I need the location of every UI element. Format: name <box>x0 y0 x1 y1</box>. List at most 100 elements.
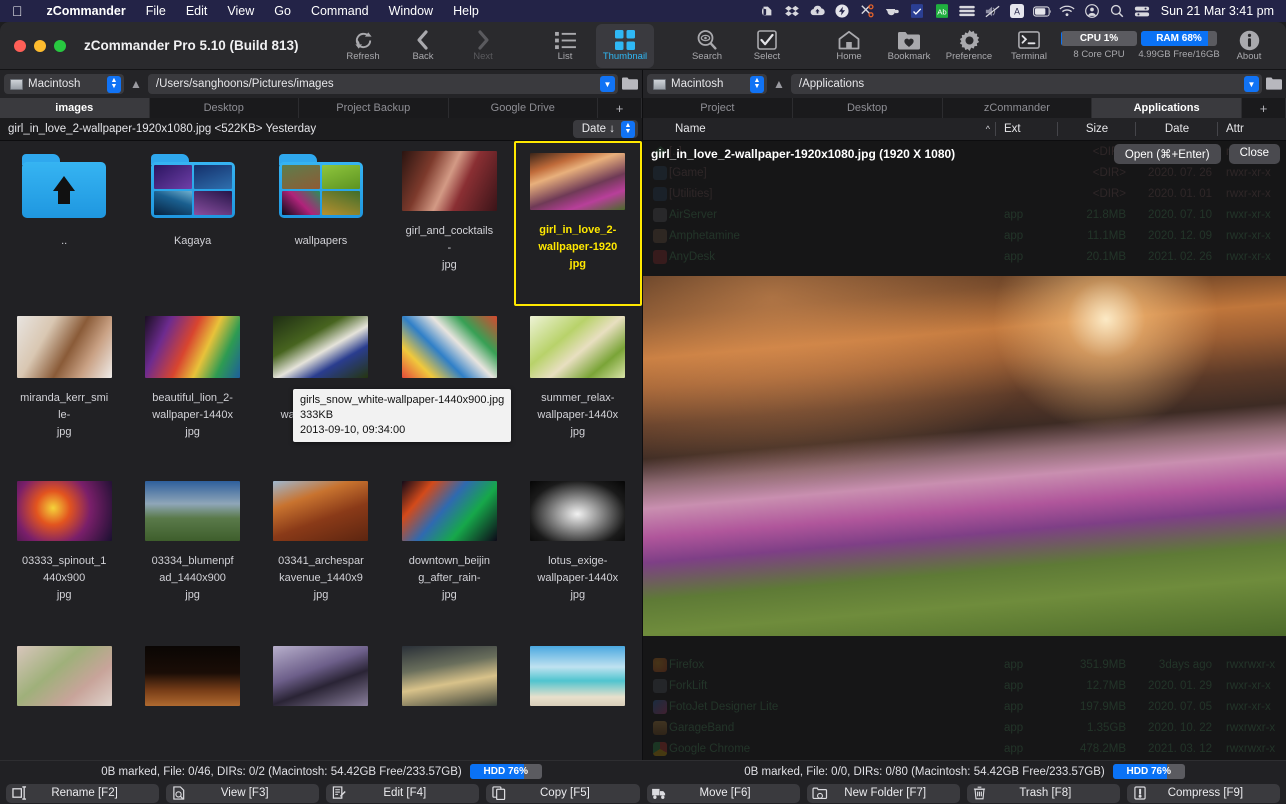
left-tab-add-button[interactable]: + <box>598 98 642 118</box>
toolbar-search-button[interactable]: Search <box>678 24 736 68</box>
thumbnail-item[interactable] <box>128 636 256 761</box>
flash-icon[interactable] <box>830 0 855 22</box>
left-tab-google-drive[interactable]: Google Drive <box>449 98 599 118</box>
thumbnail-item[interactable]: miranda_kerr_smi le- jpg <box>0 306 128 471</box>
toolbar-preference-button[interactable]: Preference <box>940 24 998 68</box>
thumbnail-item[interactable]: .. <box>0 141 128 306</box>
right-path-dropdown-icon[interactable]: ▼ <box>1244 76 1259 92</box>
column-header-attr[interactable]: Attr <box>1218 118 1286 140</box>
thumbnail-item[interactable]: 03334_blumenpf ad_1440x900 jpg <box>128 471 256 636</box>
thumbnail-item[interactable]: 03333_spinout_1 440x900 jpg <box>0 471 128 636</box>
toolbar-refresh-button[interactable]: Refresh <box>334 24 392 68</box>
thumbnail-item[interactable]: summer_relax- wallpaper-1440x jpg <box>514 306 642 471</box>
siri-icon[interactable] <box>1130 0 1155 22</box>
column-header-date[interactable]: Date <box>1136 118 1218 140</box>
wifi-icon[interactable] <box>1055 0 1080 22</box>
close-window-button[interactable] <box>14 40 26 52</box>
menu-clock[interactable]: Sun 21 Mar 3:41 pm <box>1155 4 1286 18</box>
left-sort-stepper-icon[interactable]: ▲▼ <box>621 121 635 138</box>
preview-close-button[interactable]: Close <box>1229 144 1280 164</box>
checkbox-book-icon[interactable] <box>905 0 930 22</box>
left-tab-images[interactable]: images <box>0 98 150 118</box>
thumbnail-item[interactable]: downtown_beijin g_after_rain- jpg <box>385 471 513 636</box>
window-controls[interactable] <box>14 40 66 52</box>
toolbar-terminal-button[interactable]: Terminal <box>1000 24 1058 68</box>
left-tab-desktop[interactable]: Desktop <box>150 98 300 118</box>
rename-button[interactable]: Rename [F2] <box>6 784 159 803</box>
ram-meter[interactable]: RAM 68% 4.99GB Free/16GB <box>1139 24 1219 68</box>
copy-button[interactable]: Copy [F5] <box>486 784 639 803</box>
compress-button[interactable]: Compress [F9] <box>1127 784 1280 803</box>
right-tab-project[interactable]: Project <box>643 98 793 118</box>
toolbar-next-button[interactable]: Next <box>454 24 512 68</box>
menu-item-edit[interactable]: Edit <box>176 4 218 18</box>
toolbar-list-button[interactable]: List <box>536 24 594 68</box>
dropbox-icon[interactable] <box>780 0 805 22</box>
left-thumbnail-area[interactable]: .. <box>0 141 642 761</box>
apple-logo-icon[interactable]:  <box>12 4 23 18</box>
thumbnail-item[interactable]: beautiful_lion_2- wallpaper-1440x jpg <box>128 306 256 471</box>
right-tab-add-button[interactable]: + <box>1242 98 1286 118</box>
right-tab-applications[interactable]: Applications <box>1092 98 1242 118</box>
view-button[interactable]: View [F3] <box>166 784 319 803</box>
menu-item-zcommander[interactable]: zCommander <box>37 4 136 18</box>
thumbnail-item-selected[interactable]: girl_in_love_2- wallpaper-1920 jpg <box>514 141 642 306</box>
thumbnail-item[interactable] <box>257 636 385 761</box>
thumbnail-item[interactable]: wallpapers <box>257 141 385 306</box>
column-header-ext[interactable]: Ext <box>996 118 1058 140</box>
evernote-icon[interactable] <box>755 0 780 22</box>
minimize-window-button[interactable] <box>34 40 46 52</box>
cloud-upload-icon[interactable] <box>805 0 830 22</box>
coffee-cup-icon[interactable] <box>880 0 905 22</box>
right-drive-stepper-icon[interactable]: ▲▼ <box>750 76 764 93</box>
right-open-folder-icon[interactable] <box>1266 77 1282 91</box>
right-tab-zcommander[interactable]: zCommander <box>943 98 1093 118</box>
volume-mute-icon[interactable] <box>980 0 1005 22</box>
left-drive-stepper-icon[interactable]: ▲▼ <box>107 76 121 93</box>
right-drive-selector[interactable]: Macintosh ▲▼ <box>647 74 767 94</box>
menu-item-go[interactable]: Go <box>264 4 301 18</box>
thumbnail-item[interactable] <box>0 636 128 761</box>
left-sort-selector[interactable]: Date ↓ ▲▼ <box>573 120 638 138</box>
maximize-window-button[interactable] <box>54 40 66 52</box>
toolbar-thumbnail-button[interactable]: Thumbnail <box>596 24 654 68</box>
left-path-dropdown-icon[interactable]: ▼ <box>600 76 615 92</box>
menu-item-window[interactable]: Window <box>379 4 443 18</box>
column-header-name[interactable]: Name ^ <box>643 118 996 140</box>
input-source-icon[interactable]: A <box>1005 0 1030 22</box>
toolbar-home-button[interactable]: Home <box>820 24 878 68</box>
menu-item-file[interactable]: File <box>136 4 176 18</box>
cpu-meter[interactable]: CPU 1% 8 Core CPU <box>1059 24 1139 68</box>
battery-icon[interactable] <box>1030 0 1055 22</box>
ab-dictionary-icon[interactable]: Ab <box>930 0 955 22</box>
menu-item-view[interactable]: View <box>217 4 264 18</box>
preview-open-button[interactable]: Open (⌘+Enter) <box>1114 144 1221 164</box>
edit-button[interactable]: Edit [F4] <box>326 784 479 803</box>
toolbar-back-button[interactable]: Back <box>394 24 452 68</box>
left-path-field[interactable]: /Users/sanghoons/Pictures/images ▼ <box>148 74 618 94</box>
control-center-icon[interactable] <box>1080 0 1105 22</box>
menu-item-help[interactable]: Help <box>443 4 489 18</box>
column-header-size[interactable]: Size <box>1058 118 1136 140</box>
left-drive-selector[interactable]: Macintosh ▲▼ <box>4 74 124 94</box>
right-tab-desktop[interactable]: Desktop <box>793 98 943 118</box>
new-folder-button[interactable]: New Folder [F7] <box>807 784 960 803</box>
thumbnail-item[interactable]: 03341_archespar kavenue_1440x9 jpg <box>257 471 385 636</box>
move-button[interactable]: Move [F6] <box>647 784 800 803</box>
toolbar-about-button[interactable]: About <box>1220 24 1278 68</box>
toolbar-bookmark-button[interactable]: Bookmark <box>880 24 938 68</box>
left-tab-project-backup[interactable]: Project Backup <box>299 98 449 118</box>
preview-image[interactable] <box>643 276 1286 636</box>
thumbnail-item[interactable]: Kagaya <box>128 141 256 306</box>
thumbnail-item[interactable]: lotus_exige- wallpaper-1440x jpg <box>514 471 642 636</box>
left-eject-icon[interactable]: ▲ <box>130 77 142 91</box>
toolbar-select-button[interactable]: Select <box>738 24 796 68</box>
menu-item-command[interactable]: Command <box>301 4 379 18</box>
thumbnail-item[interactable] <box>514 636 642 761</box>
layers-icon[interactable] <box>955 0 980 22</box>
right-file-list[interactable]: [..] <DIR> 2021. 03. 20 rwxr-xr-x [Game]… <box>643 141 1286 761</box>
spotlight-search-icon[interactable] <box>1105 0 1130 22</box>
scissors-icon[interactable] <box>855 0 880 22</box>
thumbnail-item[interactable] <box>385 636 513 761</box>
thumbnail-item[interactable]: girl_and_cocktails - jpg <box>385 141 513 306</box>
